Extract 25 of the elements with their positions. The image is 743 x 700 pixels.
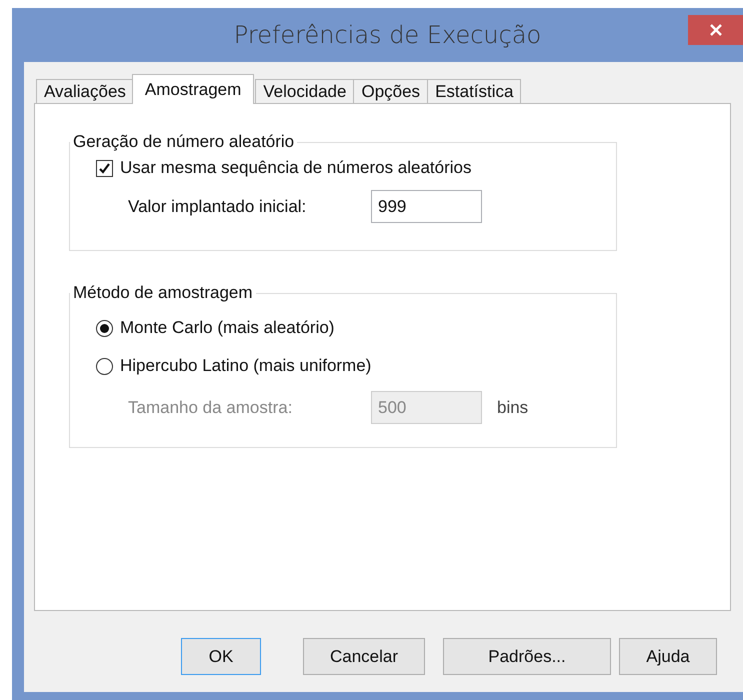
radio-button[interactable] <box>96 320 113 336</box>
window-title: Preferências de Execução <box>234 21 542 49</box>
tab[interactable]: Amostragem <box>132 74 254 104</box>
seed-input-field[interactable]: 999 <box>371 190 482 223</box>
radio-button[interactable] <box>96 358 113 374</box>
radio-label: Hipercubo Latino (mais uniforme) <box>120 356 372 376</box>
tab[interactable]: Opções <box>353 79 428 104</box>
group-title: Geração de número aleatório <box>72 132 296 152</box>
checkbox[interactable] <box>96 160 113 176</box>
close-icon <box>708 23 722 37</box>
close-button[interactable] <box>688 15 743 45</box>
field-label: Tamanho da amostra: <box>128 398 294 418</box>
dialog-button[interactable]: OK <box>181 638 261 675</box>
radio-label: Monte Carlo (mais aleatório) <box>120 318 334 338</box>
tab[interactable]: Avaliações <box>36 79 134 104</box>
checkbox-label: Usar mesma sequência de números aleatórios <box>120 158 472 178</box>
unit-label: bins <box>497 398 528 418</box>
group-title: Método de amostragem <box>72 283 254 303</box>
dialog-button[interactable]: Cancelar <box>303 638 425 675</box>
tab[interactable]: Estatística <box>427 79 522 104</box>
check-icon <box>98 162 111 174</box>
dialog-button[interactable]: Ajuda <box>619 638 717 675</box>
tab[interactable]: Velocidade <box>255 79 354 104</box>
dialog-button[interactable]: Padrões... <box>443 638 611 675</box>
field-label: Valor implantado inicial: <box>128 196 308 216</box>
